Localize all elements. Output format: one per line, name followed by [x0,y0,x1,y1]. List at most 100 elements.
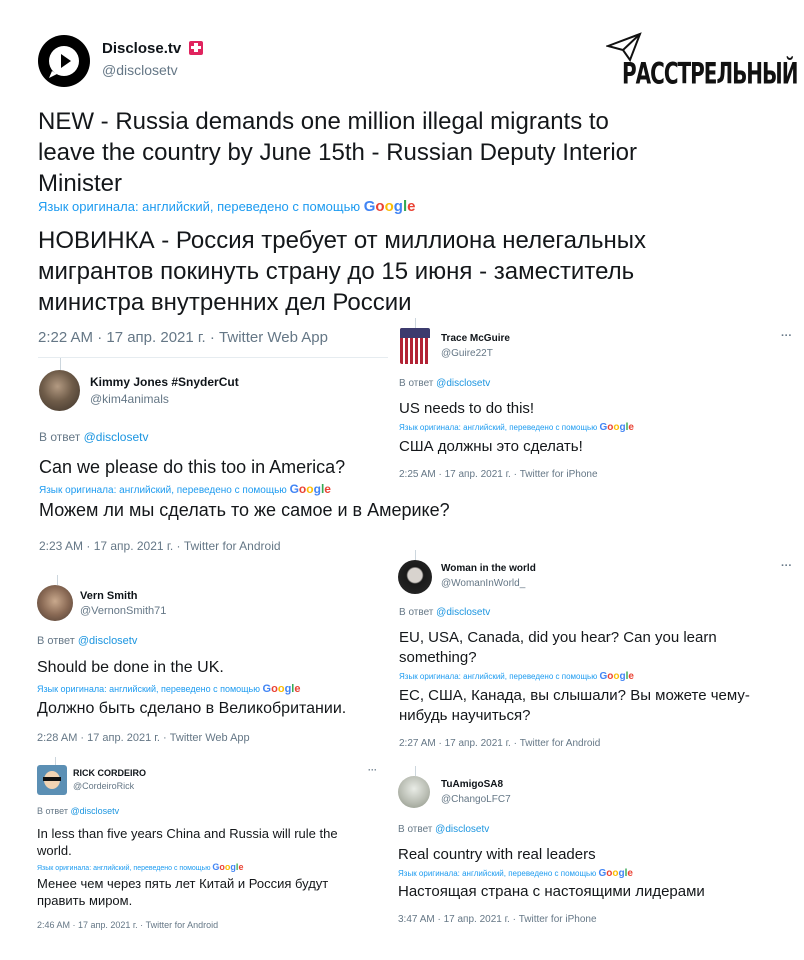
trace-avatar[interactable] [400,328,430,364]
tuamigo-translation: Настоящая страна с настоящими лидерами [398,883,705,900]
tuamigo-avatar[interactable] [398,776,430,808]
reply-prefix: В ответ [398,824,433,835]
tuamigo-handle[interactable]: @ChangoLFC7 [441,794,511,805]
woman-avatar[interactable] [398,560,432,594]
tuamigo-name[interactable]: TuAmigoSA8 [441,779,503,790]
tuamigo-reply-line: В ответ @disclosetv [398,824,489,835]
vern-reply-mention[interactable]: @disclosetv [78,635,137,647]
woman-text-line2: something? [399,649,477,666]
vern-translation: Должно быть сделано в Великобритании. [37,700,347,717]
trace-reply-mention[interactable]: @disclosetv [436,378,490,389]
play-chat-icon [49,46,79,78]
woman-reply-line: В ответ @disclosetv [399,607,490,618]
rick-reply-mention[interactable]: @disclosetv [70,806,119,816]
kimmy-reply-mention[interactable]: @disclosetv [84,430,149,444]
note-text: Язык оригинала: английский, переведено с… [39,485,287,496]
trace-more-icon[interactable]: ··· [781,330,792,342]
note-text: Язык оригинала: английский, переведено с… [37,865,211,872]
translation-note-text: Язык оригинала: английский, переведено с… [38,199,361,214]
rick-more-icon[interactable]: ··· [368,765,377,775]
woman-more-icon[interactable]: ··· [781,560,792,572]
reply-prefix: В ответ [39,430,81,444]
thread-line [415,318,416,328]
note-text: Язык оригинала: английский, переведено с… [399,423,598,432]
thread-line [57,575,58,585]
watermark-logo: РАССТРЕЛЬНЫЙ [606,32,799,91]
rick-reply-line: В ответ @disclosetv [37,806,119,816]
trace-reply-line: В ответ @disclosetv [399,378,490,389]
tuamigo-reply-mention[interactable]: @disclosetv [435,824,489,835]
thread-line [415,766,416,776]
rick-translation-note[interactable]: Язык оригинала: английский, переведено с… [37,862,243,872]
woman-name[interactable]: Woman in the world [441,563,536,574]
watermark-text: РАССТРЕЛЬНЫЙ [622,56,799,91]
reply-prefix: В ответ [399,607,434,618]
google-logo: Google [363,198,416,215]
thread-line [55,757,56,765]
tuamigo-text: Real country with real leaders [398,846,596,863]
vern-text: Should be done in the UK. [37,659,224,676]
kimmy-name[interactable]: Kimmy Jones #SnyderCut [90,375,239,389]
vern-avatar[interactable] [37,585,73,621]
vern-reply-line: В ответ @disclosetv [37,635,137,647]
vern-name[interactable]: Vern Smith [80,590,137,602]
rick-translation-line1: Менее чем через пять лет Китай и Россия … [37,876,329,891]
thread-line [60,358,61,370]
google-logo: Google [262,683,301,695]
author-name-text[interactable]: Disclose.tv [102,40,181,57]
rick-handle[interactable]: @CordeiroRick [73,781,134,791]
woman-translation-line2: нибудь научиться? [399,707,531,724]
rick-meta[interactable]: 2:46 AM · 17 апр. 2021 г. · Twitter for … [37,920,218,930]
google-logo: Google [212,862,244,872]
reply-prefix: В ответ [37,635,75,647]
trace-translation: США должны это сделать! [399,438,583,455]
google-logo: Google [599,422,634,433]
note-text: Язык оригинала: английский, переведено с… [399,672,598,681]
google-logo: Google [599,671,634,682]
tweet-meta[interactable]: 2:22 AM · 17 апр. 2021 г. · Twitter Web … [38,329,328,346]
vern-meta[interactable]: 2:28 AM · 17 апр. 2021 г. · Twitter Web … [37,732,250,744]
kimmy-reply-line: В ответ @disclosetv [39,430,148,444]
rick-text-line1: In less than five years China and Russia… [37,826,338,841]
disclose-avatar[interactable] [38,35,90,87]
rick-avatar[interactable] [37,765,67,795]
woman-handle[interactable]: @WomanInWorld_ [441,578,525,589]
woman-meta[interactable]: 2:27 AM · 17 апр. 2021 г. · Twitter for … [399,738,600,749]
tweet-text: NEW - Russia demands one million illegal… [38,108,637,197]
kimmy-text: Can we please do this too in America? [39,457,346,477]
author-name[interactable]: Disclose.tv [102,40,204,57]
woman-translation-line1: ЕС, США, Канада, вы слышали? Вы можете ч… [399,687,750,704]
kimmy-handle[interactable]: @kim4animals [90,392,169,406]
thread-line [415,550,416,560]
tuamigo-meta[interactable]: 3:47 AM · 17 апр. 2021 г. · Twitter for … [398,914,597,925]
kimmy-translation-note[interactable]: Язык оригинала: английский, переведено с… [39,482,331,496]
kimmy-avatar[interactable] [39,370,80,411]
google-logo: Google [598,868,633,879]
trace-handle[interactable]: @Guire22T [441,348,493,359]
reply-prefix: В ответ [399,378,434,389]
rick-text-line2: world. [37,843,72,858]
translation-note[interactable]: Язык оригинала: английский, переведено с… [38,198,415,215]
siren-icon [189,41,204,55]
note-text: Язык оригинала: английский, переведено с… [37,684,261,694]
vern-handle[interactable]: @VernonSmith71 [80,605,166,617]
rick-translation-line2: править миром. [37,893,133,908]
tweet-translation: НОВИНКА - Россия требует от миллиона нел… [38,227,647,316]
trace-meta[interactable]: 2:25 AM · 17 апр. 2021 г. · Twitter for … [399,469,598,480]
woman-text-line1: EU, USA, Canada, did you hear? Can you l… [399,629,717,646]
google-logo: Google [289,482,331,496]
kimmy-translation: Можем ли мы сделать то же самое и в Амер… [39,500,450,520]
vern-translation-note[interactable]: Язык оригинала: английский, переведено с… [37,683,300,695]
woman-reply-mention[interactable]: @disclosetv [436,607,490,618]
rick-name[interactable]: RICK CORDEIRO [73,768,146,778]
tuamigo-translation-note[interactable]: Язык оригинала: английский, переведено с… [398,868,633,879]
woman-translation-note[interactable]: Язык оригинала: английский, переведено с… [399,671,634,682]
note-text: Язык оригинала: английский, переведено с… [398,869,597,878]
trace-name[interactable]: Trace McGuire [441,333,510,344]
divider [38,357,388,358]
trace-text: US needs to do this! [399,400,535,417]
author-handle[interactable]: @disclosetv [102,62,178,78]
reply-prefix: В ответ [37,806,68,816]
kimmy-meta[interactable]: 2:23 AM · 17 апр. 2021 г. · Twitter for … [39,539,281,553]
trace-translation-note[interactable]: Язык оригинала: английский, переведено с… [399,422,634,433]
